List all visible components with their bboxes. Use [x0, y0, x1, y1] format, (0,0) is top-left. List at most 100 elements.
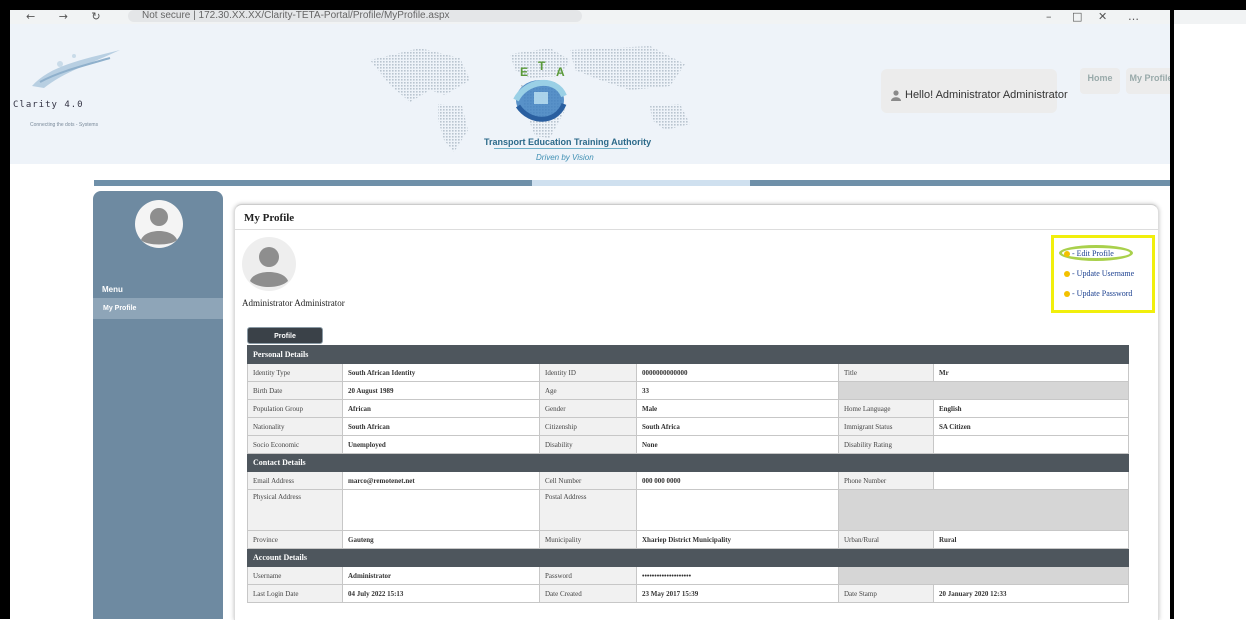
physical-address-value — [342, 489, 540, 531]
population-group-value: African — [342, 399, 540, 418]
table-row: Identity Type South African Identity Ide… — [247, 363, 1130, 382]
teta-name: Transport Education Training Authority — [484, 137, 652, 147]
disability-label: Disability — [539, 435, 637, 454]
screen-frame-right — [1170, 10, 1174, 619]
minimize-icon[interactable]: – — [1046, 10, 1052, 23]
edit-profile-link[interactable]: - Edit Profile — [1064, 249, 1114, 258]
empty-cell — [837, 489, 1130, 531]
urban-rural-value: Rural — [932, 530, 1130, 549]
table-row: Username Administrator Password ••••••••… — [247, 566, 1130, 585]
gender-value: Male — [636, 399, 839, 418]
phone-number-label: Phone Number — [838, 471, 934, 490]
email-value: marco@remotenet.net — [342, 471, 540, 490]
municipality-label: Municipality — [539, 530, 637, 549]
table-row: Email Address marco@remotenet.net Cell N… — [247, 471, 1130, 490]
nationality-value: South African — [342, 417, 540, 436]
municipality-value: Xhariep District Municipality — [636, 530, 839, 549]
age-label: Age — [539, 381, 637, 400]
profile-user-name: Administrator Administrator — [242, 298, 345, 308]
province-label: Province — [247, 530, 343, 549]
username-value: Administrator — [342, 566, 540, 585]
profile-actions-box: - Edit Profile - Update Username - Updat… — [1051, 235, 1155, 313]
last-login-value: 04 July 2022 15:13 — [342, 584, 540, 603]
teta-underline — [494, 148, 628, 149]
address-bar[interactable]: Not secure | 172.30.XX.XX/Clarity-TETA-P… — [128, 10, 582, 22]
site-header: Clarity 4.0 Connecting the dots - System… — [10, 24, 1170, 164]
table-row: Physical Address Postal Address — [247, 489, 1130, 531]
contact-details-header: Contact Details — [246, 453, 1130, 472]
citizenship-value: South Africa — [636, 417, 839, 436]
header-divider-strip — [94, 180, 1170, 186]
birth-date-value: 20 August 1989 — [342, 381, 540, 400]
close-icon[interactable]: ✕ — [1098, 10, 1107, 23]
password-value: •••••••••••••••••••• — [636, 566, 839, 585]
svg-text:E: E — [520, 65, 528, 79]
population-group-label: Population Group — [247, 399, 343, 418]
cell-number-label: Cell Number — [539, 471, 637, 490]
identity-id-label: Identity ID — [539, 363, 637, 382]
bullet-icon — [1064, 291, 1070, 298]
bullet-icon — [1064, 271, 1070, 278]
divider-highlight — [532, 180, 750, 186]
empty-cell — [837, 566, 1130, 585]
update-username-link[interactable]: - Update Username — [1064, 269, 1134, 278]
greeting-text: Hello! Administrator Administrator — [905, 89, 1068, 101]
nationality-label: Nationality — [247, 417, 343, 436]
age-value: 33 — [636, 381, 839, 400]
nav-my-profile-button[interactable]: My Profile — [1126, 68, 1170, 94]
cell-number-value: 000 000 0000 — [636, 471, 839, 490]
clarity-logo-icon — [32, 50, 120, 88]
browser-toolbar: ← → ↻ Not secure | 172.30.XX.XX/Clarity-… — [10, 10, 1246, 24]
table-row: Population Group African Gender Male Hom… — [247, 399, 1130, 418]
phone-number-value — [932, 471, 1130, 490]
urban-rural-label: Urban/Rural — [838, 530, 934, 549]
sidebar-item-my-profile[interactable]: My Profile — [93, 298, 223, 319]
logo-tagline: Connecting the dots - Systems — [30, 122, 99, 128]
identity-id-value: 0000000000000 — [636, 363, 839, 382]
svg-text:A: A — [556, 65, 565, 79]
home-language-value: English — [932, 399, 1130, 418]
disability-rating-value — [932, 435, 1130, 454]
postal-address-value — [636, 489, 839, 531]
socio-economic-value: Unemployed — [342, 435, 540, 454]
more-icon[interactable]: … — [1128, 10, 1139, 23]
sidebar-menu-title: Menu — [102, 285, 123, 294]
citizenship-label: Citizenship — [539, 417, 637, 436]
postal-address-label: Postal Address — [539, 489, 637, 531]
svg-text:T: T — [538, 59, 546, 73]
immigrant-status-label: Immigrant Status — [838, 417, 934, 436]
date-created-value: 23 May 2017 15:39 — [636, 584, 839, 603]
table-row: Province Gauteng Municipality Xhariep Di… — [247, 530, 1130, 549]
identity-type-label: Identity Type — [247, 363, 343, 382]
gender-label: Gender — [539, 399, 637, 418]
title-divider — [235, 229, 1158, 230]
physical-address-label: Physical Address — [247, 489, 343, 531]
sidebar-avatar-icon — [135, 200, 183, 248]
user-icon — [891, 89, 901, 101]
table-row: Nationality South African Citizenship So… — [247, 417, 1130, 436]
last-login-label: Last Login Date — [247, 584, 343, 603]
birth-date-label: Birth Date — [247, 381, 343, 400]
account-details-header: Account Details — [246, 548, 1130, 567]
title-value: Mr — [932, 363, 1130, 382]
browser-nav-icons[interactable]: ← → ↻ — [26, 10, 111, 23]
nav-home-button[interactable]: Home — [1080, 68, 1120, 94]
teta-tagline: Driven by Vision — [536, 153, 594, 162]
profile-details-table: Personal Details Identity Type South Afr… — [246, 345, 1130, 603]
tab-profile[interactable]: Profile — [247, 327, 323, 344]
password-label: Password — [539, 566, 637, 585]
logo-title: Clarity 4.0 — [13, 100, 84, 110]
disability-value: None — [636, 435, 839, 454]
username-label: Username — [247, 566, 343, 585]
update-password-link[interactable]: - Update Password — [1064, 289, 1132, 298]
date-created-label: Date Created — [539, 584, 637, 603]
maximize-icon[interactable]: □ — [1072, 10, 1082, 23]
socio-economic-label: Socio Economic — [247, 435, 343, 454]
page-title: My Profile — [244, 212, 295, 224]
table-row: Birth Date 20 August 1989 Age 33 — [247, 381, 1130, 400]
empty-cell — [837, 381, 1130, 400]
province-value: Gauteng — [342, 530, 540, 549]
bullet-icon — [1064, 251, 1070, 258]
immigrant-status-value: SA Citizen — [932, 417, 1130, 436]
profile-panel: My Profile Administrator Administrator -… — [234, 204, 1159, 620]
